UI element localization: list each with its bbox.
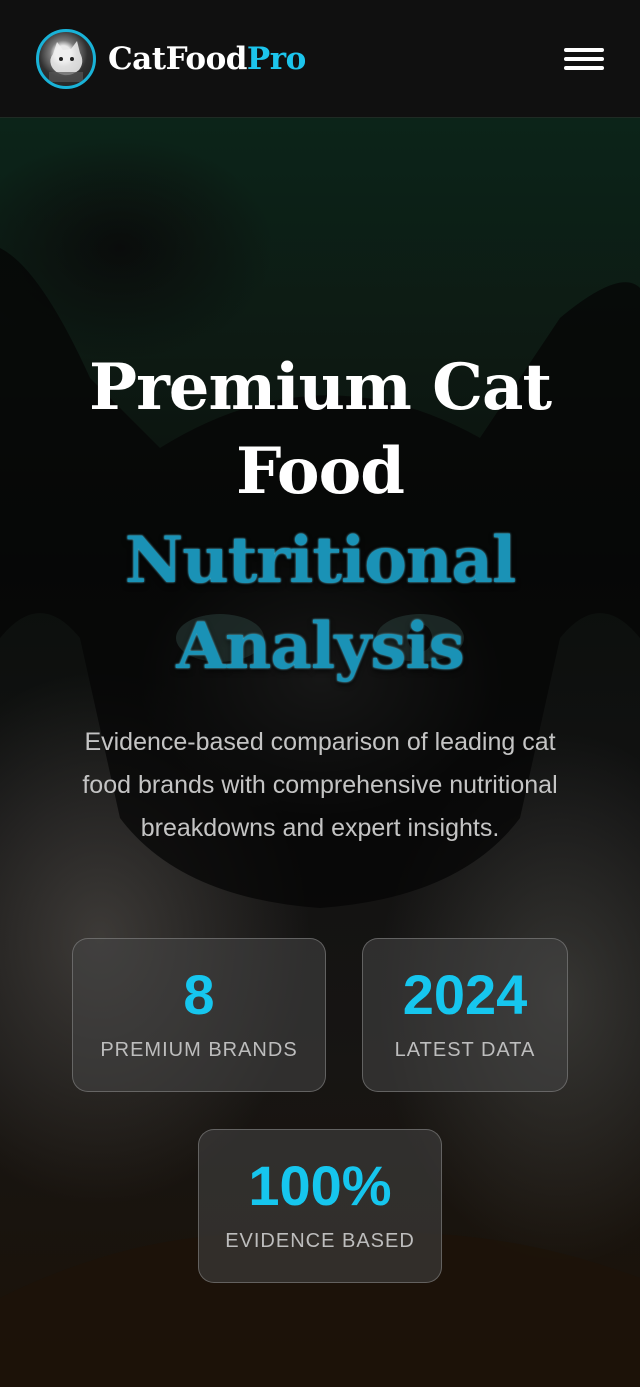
hero-title-line1: Premium Cat bbox=[88, 350, 552, 425]
stat-label: LATEST DATA bbox=[394, 1039, 536, 1061]
hero-title: Premium Cat Food bbox=[40, 346, 600, 514]
hero-accent-line1: Nutritional bbox=[124, 523, 517, 598]
cat-logo-icon bbox=[36, 28, 96, 89]
hamburger-menu-icon[interactable] bbox=[564, 44, 604, 74]
stat-value: 2024 bbox=[402, 963, 528, 1026]
stat-value: 100% bbox=[248, 1154, 392, 1217]
stat-label: EVIDENCE BASED bbox=[225, 1230, 415, 1252]
hero-title-line2: Food bbox=[235, 434, 405, 509]
menu-bar bbox=[564, 56, 604, 61]
hero-title-accent: Nutritional Analysis bbox=[40, 518, 600, 690]
site-header: CatFoodPro bbox=[0, 0, 640, 118]
hero-section: Premium Cat Food Nutritional Analysis Ev… bbox=[0, 118, 640, 1387]
menu-bar bbox=[564, 47, 604, 52]
hero-subtitle: Evidence-based comparison of leading cat… bbox=[82, 728, 558, 842]
menu-bar bbox=[564, 65, 604, 70]
stat-card-evidence: 100% EVIDENCE BASED bbox=[198, 1129, 442, 1283]
brand-name: CatFoodPro bbox=[108, 41, 306, 77]
stat-label: PREMIUM BRANDS bbox=[100, 1039, 298, 1061]
hero-accent-line2: Analysis bbox=[176, 609, 465, 684]
brand-name-part2: Pro bbox=[246, 40, 306, 77]
brand-link[interactable]: CatFoodPro bbox=[36, 28, 306, 89]
stat-card-brands: 8 PREMIUM BRANDS bbox=[72, 938, 326, 1092]
stat-card-data: 2024 LATEST DATA bbox=[362, 938, 568, 1092]
brand-name-part1: CatFood bbox=[108, 40, 247, 77]
stat-value: 8 bbox=[183, 963, 215, 1026]
